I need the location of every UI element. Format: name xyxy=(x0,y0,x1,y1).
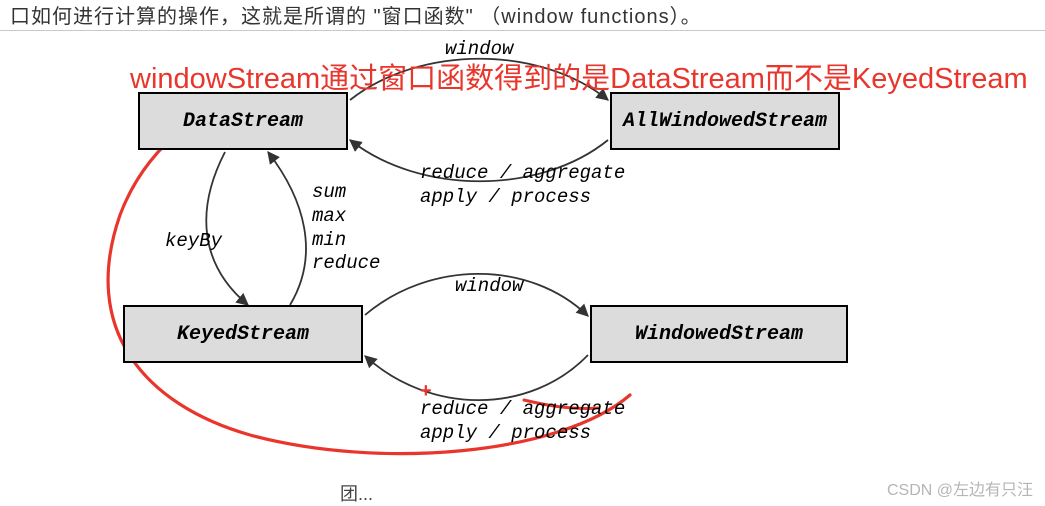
red-annotation: windowStream通过窗口函数得到的是DataStream而不是Keyed… xyxy=(130,55,1035,97)
top-text-fragment: 口如何进行计算的操作，这就是所谓的 "窗口函数" （window functio… xyxy=(0,0,712,29)
label-reduce-top: reduce / aggregate apply / process xyxy=(420,162,625,210)
label-reduce-bottom: reduce / aggregate apply / process xyxy=(420,398,625,446)
node-windowedstream: WindowedStream xyxy=(590,305,848,363)
watermark: CSDN @左边有只汪 xyxy=(887,476,1033,500)
divider xyxy=(0,30,1045,31)
caption-fragment: 团... xyxy=(340,480,373,506)
node-keyedstream: KeyedStream xyxy=(123,305,363,363)
node-datastream: DataStream xyxy=(138,92,348,150)
node-allwindowedstream: AllWindowedStream xyxy=(610,92,840,150)
label-window-bottom: window xyxy=(455,275,523,299)
label-keyby: keyBy xyxy=(165,230,222,254)
label-sum-max-min-reduce: sum max min reduce xyxy=(312,181,380,276)
plus-icon: + xyxy=(420,380,432,403)
